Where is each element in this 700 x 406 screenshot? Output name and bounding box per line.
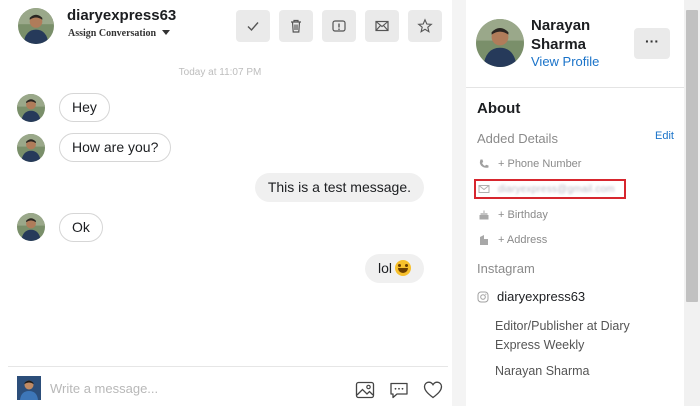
building-icon	[477, 233, 491, 247]
add-address-link[interactable]: + Address	[498, 234, 547, 246]
caret-down-icon	[162, 30, 171, 35]
contact-username: diaryexpress63	[67, 7, 177, 24]
mark-done-button[interactable]	[236, 10, 270, 42]
panel-divider	[452, 0, 466, 406]
incoming-message: Ok	[59, 213, 103, 242]
assign-conversation-label: Assign Conversation	[68, 28, 157, 39]
star-icon	[417, 18, 433, 33]
saved-replies-button[interactable]	[388, 379, 410, 401]
profile-avatar[interactable]	[476, 19, 524, 67]
instagram-bio: Editor/Publisher at Diary Express Weekly	[495, 319, 630, 352]
assign-conversation-dropdown[interactable]: Assign Conversation	[68, 28, 171, 39]
outgoing-message: This is a test message.	[254, 173, 424, 202]
incoming-message: How are you?	[59, 133, 172, 162]
contact-avatar[interactable]	[18, 8, 54, 44]
edit-details-link[interactable]: Edit	[655, 130, 674, 142]
address-row[interactable]: + Address	[477, 231, 547, 249]
phone-row[interactable]: + Phone Number	[477, 155, 581, 173]
birthday-row[interactable]: + Birthday	[477, 206, 548, 224]
about-heading: About	[477, 100, 521, 117]
mail-icon	[375, 20, 389, 32]
heart-icon	[423, 381, 443, 399]
more-options-button[interactable]: ···	[634, 28, 670, 59]
instagram-full-name: Narayan Sharma	[495, 364, 590, 378]
sender-avatar	[17, 213, 45, 241]
alert-icon	[332, 20, 346, 32]
incoming-message: Hey	[59, 93, 110, 122]
email-value: diaryexpress@gmail.com	[498, 183, 615, 195]
mark-unread-button[interactable]	[365, 10, 399, 42]
trash-icon	[291, 19, 301, 33]
image-icon	[355, 381, 375, 399]
instagram-handle-row[interactable]: diaryexpress63	[477, 289, 585, 304]
outgoing-message-text: lol	[377, 260, 392, 276]
cake-icon	[477, 208, 491, 222]
profile-name: Narayan Sharma	[531, 17, 591, 53]
attach-image-button[interactable]	[354, 379, 376, 401]
comment-icon	[390, 382, 408, 399]
grinning-emoji-icon	[395, 260, 411, 276]
user-avatar	[17, 376, 41, 400]
scrollbar-thumb[interactable]	[686, 10, 698, 302]
phone-icon	[477, 157, 491, 171]
outgoing-message: lol	[364, 254, 424, 283]
check-icon	[247, 22, 259, 32]
instagram-handle: diaryexpress63	[497, 289, 586, 304]
star-button[interactable]	[408, 10, 442, 42]
send-like-button[interactable]	[422, 379, 444, 401]
sender-avatar	[17, 134, 45, 162]
sender-avatar	[17, 94, 45, 122]
conversation-header: diaryexpress63 Assign Conversation	[0, 0, 452, 52]
profile-header: Narayan Sharma View Profile ···	[466, 0, 684, 88]
instagram-icon	[477, 291, 489, 302]
instagram-heading: Instagram	[477, 261, 535, 276]
email-row: diaryexpress@gmail.com	[477, 180, 615, 198]
message-composer	[8, 366, 448, 406]
add-birthday-link[interactable]: + Birthday	[498, 209, 548, 221]
conversation-panel: diaryexpress63 Assign Conversation Today…	[0, 0, 452, 406]
delete-button[interactable]	[279, 10, 313, 42]
mail-icon	[477, 182, 491, 196]
message-timestamp: Today at 11:07 PM	[178, 67, 262, 78]
added-details-label: Added Details	[477, 131, 558, 146]
view-profile-link[interactable]: View Profile	[531, 54, 599, 69]
report-button[interactable]	[322, 10, 356, 42]
profile-panel: Narayan Sharma View Profile ··· About Ad…	[466, 0, 684, 406]
message-input[interactable]	[50, 378, 330, 398]
add-phone-link[interactable]: + Phone Number	[498, 158, 581, 170]
